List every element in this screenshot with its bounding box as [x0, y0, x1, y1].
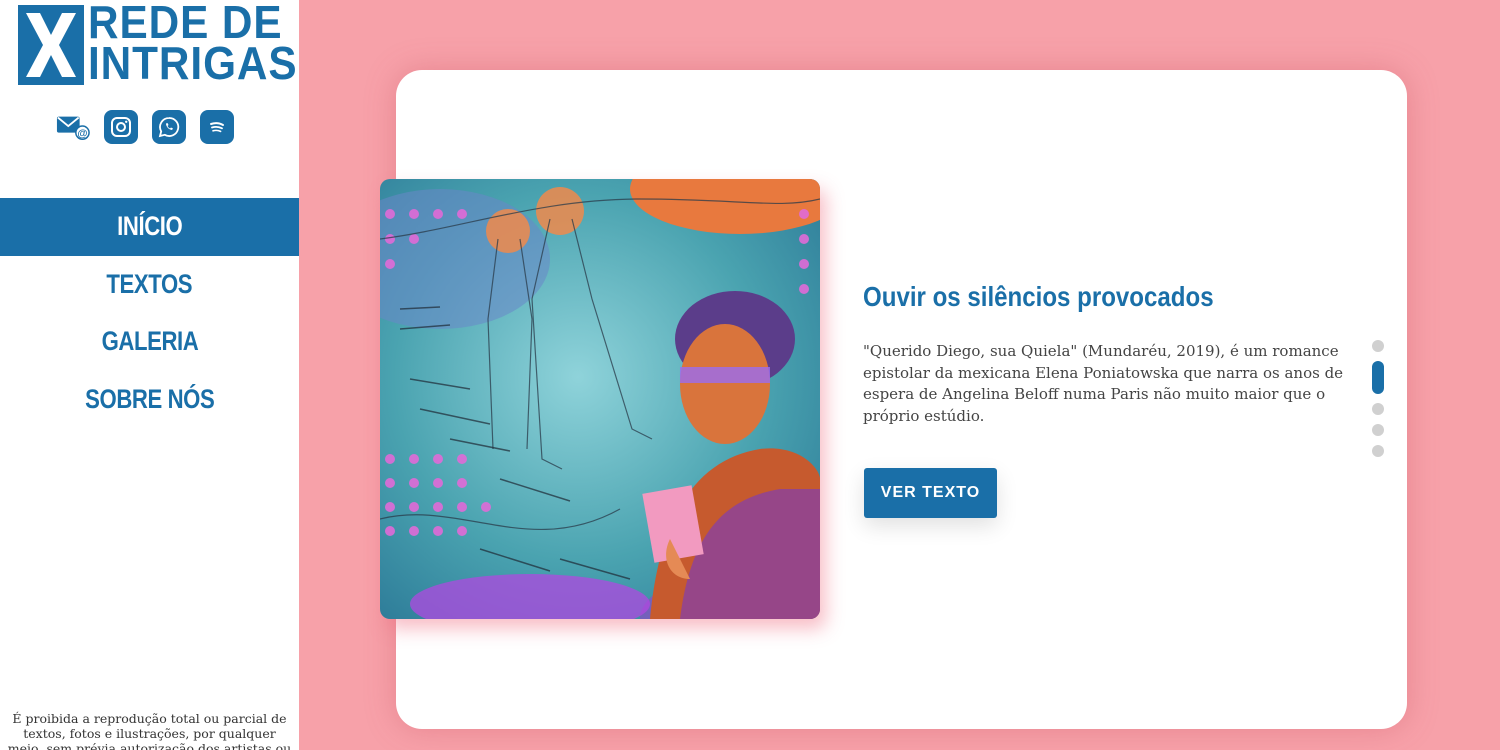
nav-item-label: INÍCIO [116, 211, 183, 242]
nav-item-textos[interactable]: TEXTOS [0, 256, 299, 314]
logo-text: REDE DE INTRIGAS [88, 0, 298, 89]
carousel-dot[interactable] [1372, 424, 1384, 436]
copyright-note: É proibida a reprodução total ou parcial… [7, 711, 292, 750]
spotify-icon[interactable] [200, 110, 234, 144]
whatsapp-icon[interactable] [152, 110, 186, 144]
featured-illustration[interactable] [380, 179, 820, 619]
nav-item-inicio[interactable]: INÍCIO [0, 198, 299, 256]
email-icon[interactable]: @ [56, 110, 90, 144]
main-nav: INÍCIO TEXTOS GALERIA SOBRE NÓS [0, 198, 299, 428]
nav-item-label: SOBRE NÓS [84, 383, 215, 414]
carousel-indicators [1372, 340, 1384, 466]
svg-text:@: @ [77, 128, 87, 139]
carousel-dot-active[interactable] [1372, 361, 1384, 394]
sidebar: REDE DE INTRIGAS @ INÍCIO TEXTOS GALERIA… [0, 0, 299, 750]
carousel-dot[interactable] [1372, 445, 1384, 457]
instagram-icon[interactable] [104, 110, 138, 144]
nav-item-label: TEXTOS [106, 268, 193, 299]
site-logo[interactable]: REDE DE INTRIGAS [18, 0, 298, 89]
logo-x-mark [18, 5, 84, 85]
nav-item-label: GALERIA [101, 326, 198, 357]
slide-description: "Querido Diego, sua Quiela" (Mundaréu, 2… [863, 342, 1344, 425]
nav-item-sobre-nos[interactable]: SOBRE NÓS [0, 371, 299, 429]
carousel-dot[interactable] [1372, 403, 1384, 415]
nav-item-galeria[interactable]: GALERIA [0, 313, 299, 371]
logo-line2: INTRIGAS [88, 37, 298, 89]
carousel-dot[interactable] [1372, 340, 1384, 352]
read-text-button[interactable]: VER TEXTO [864, 468, 997, 518]
social-links: @ [56, 110, 234, 144]
slide-title[interactable]: Ouvir os silêncios provocados [863, 281, 1214, 313]
